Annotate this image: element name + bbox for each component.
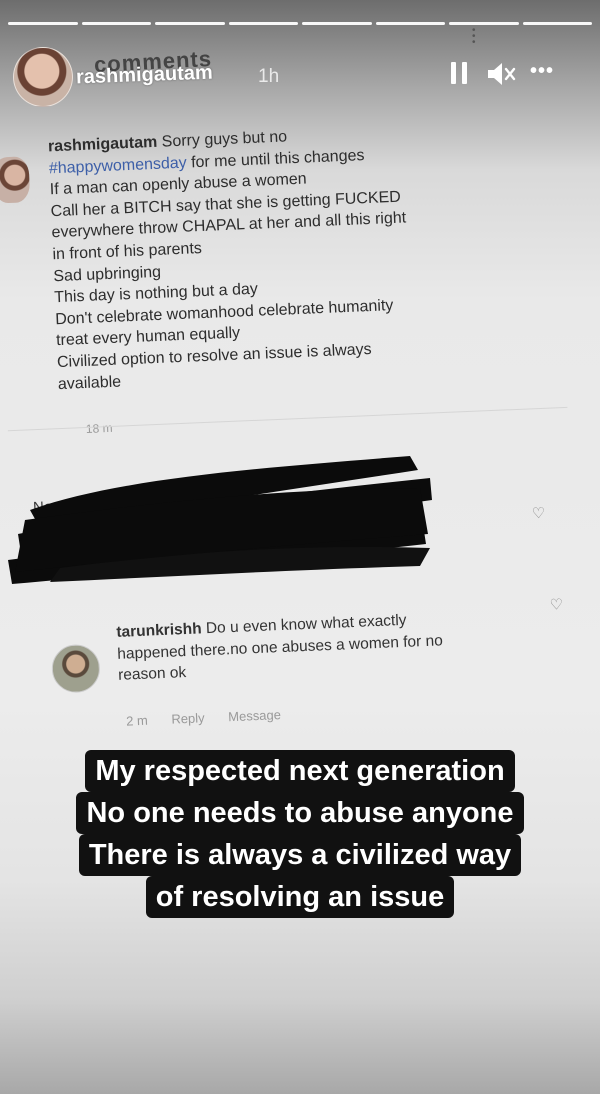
reply-author-avatar[interactable] (50, 643, 101, 694)
heart-icon[interactable]: ♡ (531, 504, 545, 523)
reply-heart-icon[interactable]: ♡ (549, 595, 563, 614)
hashtag-link[interactable]: #happywomensday (49, 154, 187, 177)
caption-line-0: My respected next generation (0, 750, 600, 792)
caption-line-1: No one needs to abuse anyone (0, 792, 600, 834)
reply-comment-body: tarunkrishh Do u even know what exactly … (116, 604, 538, 686)
caption-text: of resolving an issue (145, 876, 455, 918)
reply-meta: 2 m Reply Message (126, 706, 301, 728)
caption-line-2: There is always a civilized way (0, 834, 600, 876)
caption-text: No one needs to abuse anyone (76, 792, 524, 834)
reply-username[interactable]: tarunkrishh (116, 620, 202, 641)
caption-line-3: of resolving an issue (0, 876, 600, 918)
caption-text: There is always a civilized way (78, 834, 522, 876)
comment-age: 18 m (85, 420, 113, 437)
story-caption: My respected next generation No one need… (0, 750, 600, 918)
message-button[interactable]: Message (228, 707, 281, 724)
comment-author-avatar (0, 156, 31, 204)
comment-line: Sorry guys but no (161, 128, 288, 151)
comment-username: rashmigautam (47, 133, 158, 156)
caption-text: My respected next generation (85, 750, 515, 792)
comment-body: rashmigautam Sorry guys but no #happywom… (48, 117, 528, 396)
reply-button[interactable]: Reply (171, 710, 205, 726)
redaction-scribble (8, 456, 432, 584)
reply-age: 2 m (125, 712, 149, 729)
reply-line-0: Do u even know what exactly (205, 611, 407, 638)
reply-line-2: reason ok (117, 664, 187, 684)
divider (7, 406, 568, 432)
comment-screenshot: rashmigautam Sorry guys but no #happywom… (0, 0, 600, 772)
